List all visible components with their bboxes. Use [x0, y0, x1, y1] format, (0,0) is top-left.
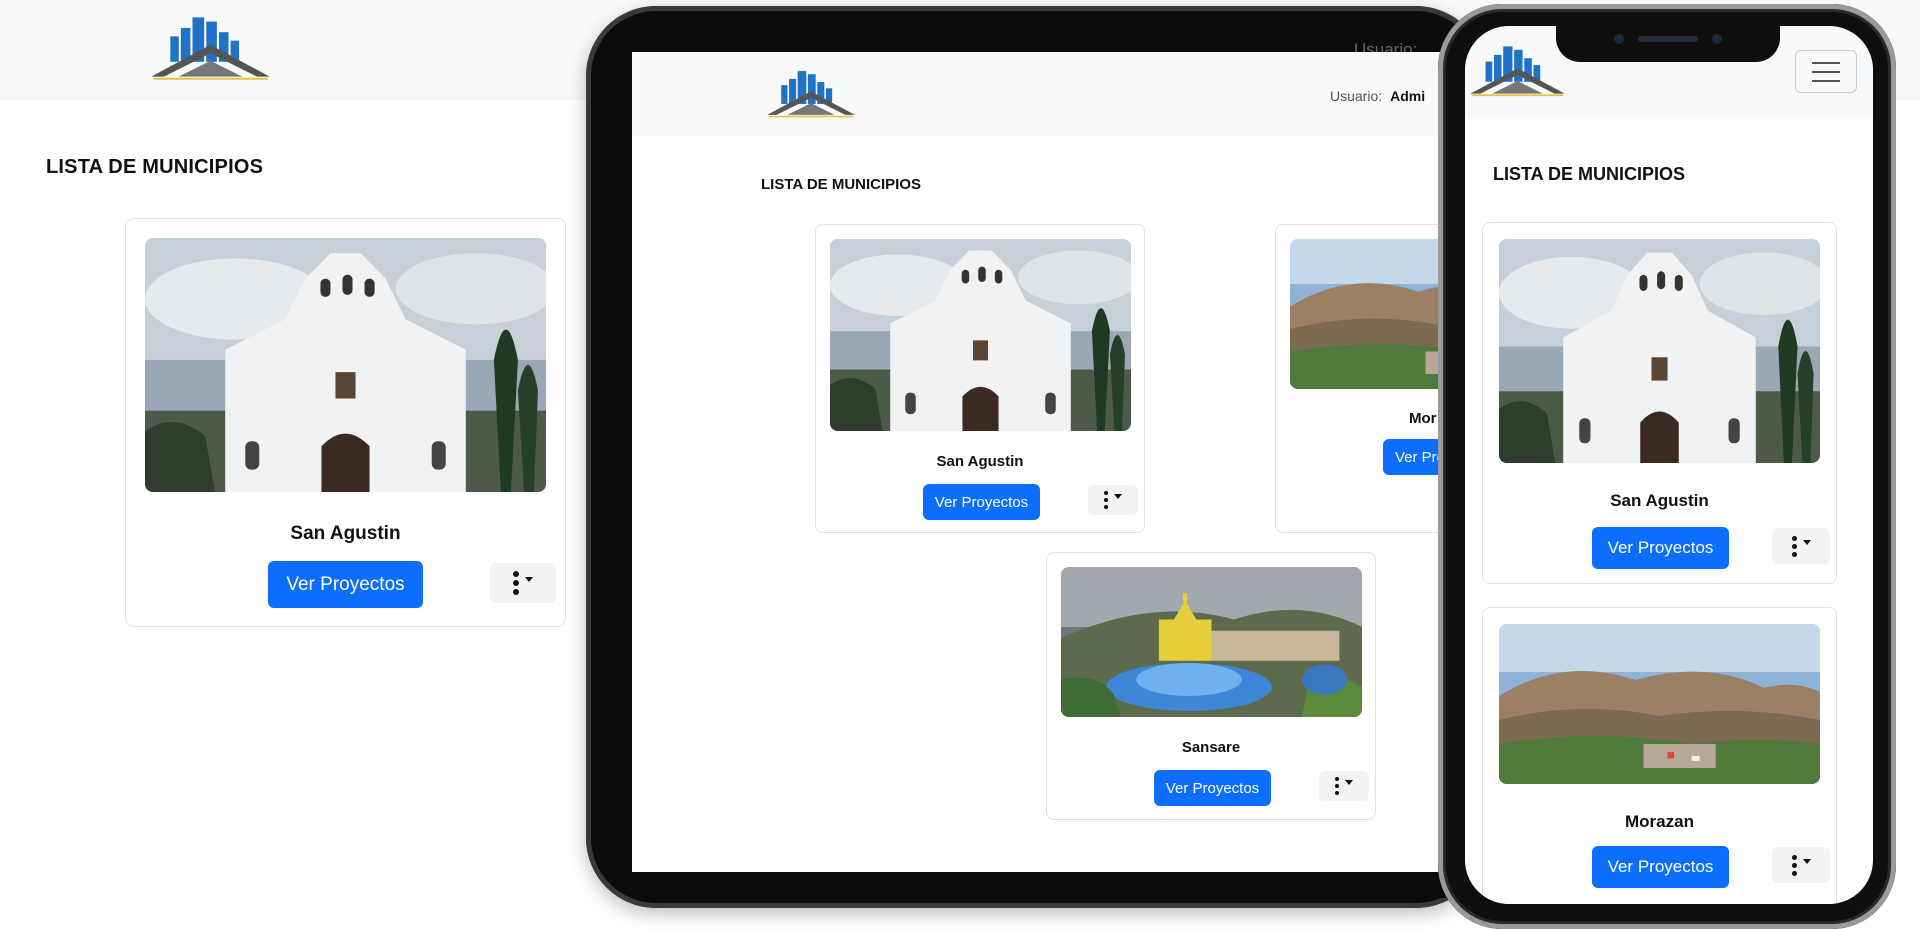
ver-proyectos-button[interactable]: Ver Proyectos: [923, 484, 1040, 520]
user-name: Admi: [1390, 88, 1426, 104]
desktop-municipio-card: San Agustin Ver Proyectos: [125, 218, 566, 627]
phone-page-title: LISTA DE MUNICIPIOS: [1493, 164, 1686, 184]
tablet-municipio-card: San Agustin Ver Proyectos: [815, 224, 1145, 533]
device-mockup-stage: LISTA DE MUNICIPIOS San Agustin Ver Proy…: [0, 0, 1920, 929]
tablet-page-title: LISTA DE MUNICIPIOS: [761, 176, 922, 193]
kebab-dropdown-icon[interactable]: [1088, 485, 1138, 515]
kebab-dropdown-icon[interactable]: [1772, 847, 1830, 883]
kebab-dropdown-icon[interactable]: [1772, 528, 1830, 564]
kebab-dropdown-icon[interactable]: [1319, 771, 1369, 801]
phone-notch: [1556, 22, 1780, 62]
phone-municipio-card: Morazan Ver Proyectos: [1482, 607, 1837, 904]
ver-proyectos-button[interactable]: Ver Proyectos: [1592, 527, 1729, 569]
church-photo: [145, 238, 546, 492]
church-photo: [1499, 239, 1820, 463]
phone-screen: LISTA DE MUNICIPIOS San Agustin Ver Proy…: [1465, 26, 1873, 904]
desktop-page-title: LISTA DE MUNICIPIOS: [46, 156, 264, 178]
ver-proyectos-button[interactable]: Ver Proyectos: [1592, 846, 1729, 888]
card-title: Mor: [1409, 410, 1437, 427]
building-house-logo[interactable]: [1467, 40, 1568, 100]
building-house-logo[interactable]: [764, 67, 858, 119]
valley-photo: [1499, 624, 1820, 784]
church-photo: [830, 239, 1131, 431]
tablet-municipio-card: Sansare Ver Proyectos: [1046, 552, 1376, 820]
ver-proyectos-button[interactable]: Ver Proyectos: [268, 561, 423, 608]
hamburger-menu-icon[interactable]: [1795, 50, 1857, 93]
ver-proyectos-button[interactable]: Ver Proyectos: [1154, 770, 1271, 806]
user-info: Usuario: Admi: [1330, 88, 1425, 104]
card-title: San Agustin: [936, 453, 1024, 470]
card-title: Morazan: [1625, 812, 1694, 831]
card-title: San Agustin: [290, 523, 401, 544]
user-label: Usuario:: [1330, 88, 1383, 104]
plaza-photo: [1061, 567, 1362, 717]
card-title: San Agustin: [1610, 491, 1709, 510]
phone-municipio-card: San Agustin Ver Proyectos: [1482, 222, 1837, 584]
tablet-bezel-bottom: [632, 872, 1492, 898]
building-house-logo[interactable]: [147, 13, 274, 81]
kebab-dropdown-icon[interactable]: [490, 563, 556, 603]
card-title: Sansare: [1181, 739, 1241, 756]
tablet-navbar: Usuario: Admi: [632, 52, 1492, 136]
tablet-screen: Usuario: Admi LISTA DE MUNICIPIOS San Agu…: [632, 52, 1492, 872]
